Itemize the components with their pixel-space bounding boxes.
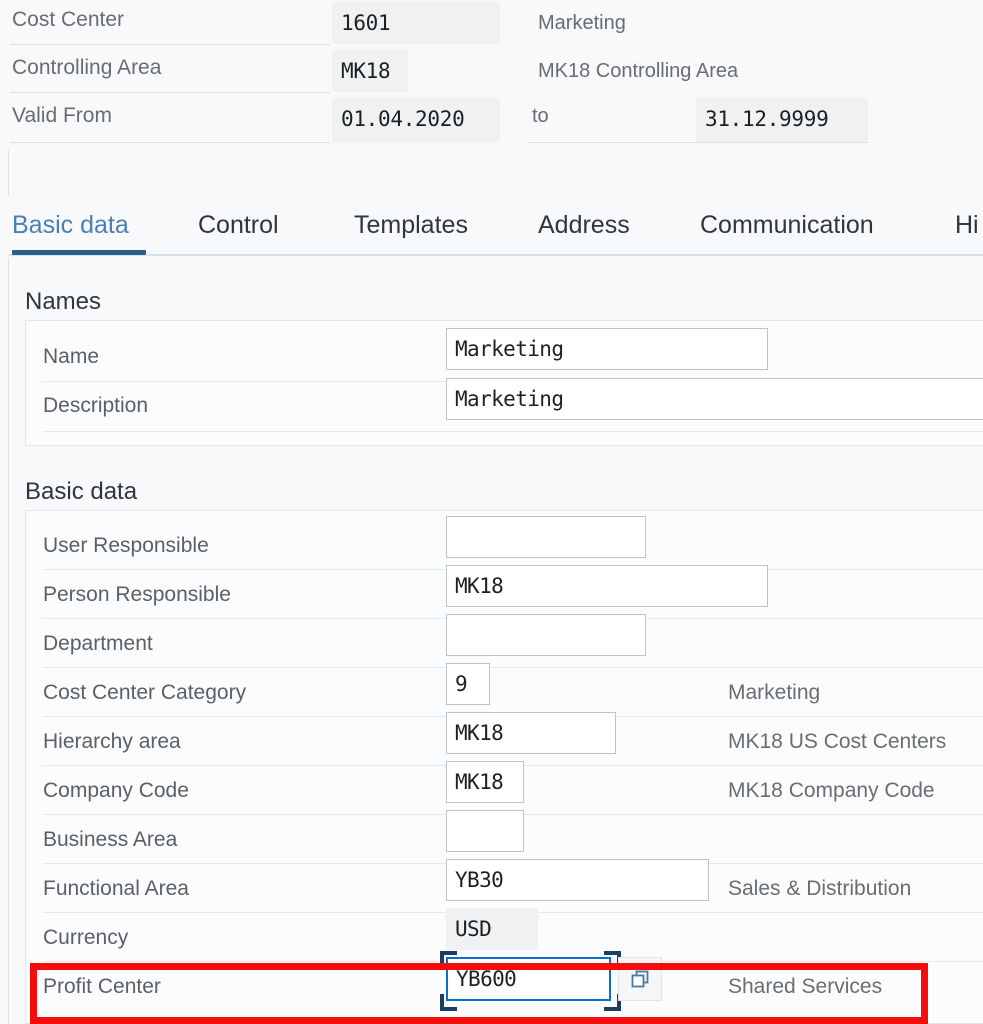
- header-underline: [528, 142, 868, 143]
- panel-basic-data: User Responsible Person Responsible MK18…: [25, 510, 983, 1024]
- field-input-cost-center-category[interactable]: 9: [446, 663, 490, 705]
- field-label-functional-area: Functional Area: [43, 877, 189, 900]
- header-label-cost-center: Cost Center: [12, 8, 125, 31]
- field-label-department: Department: [43, 632, 153, 655]
- field-input-name[interactable]: Marketing: [446, 328, 768, 370]
- field-input-user-responsible[interactable]: [446, 516, 646, 558]
- field-label-cost-center-category: Cost Center Category: [43, 681, 247, 704]
- field-input-currency: USD: [446, 908, 538, 950]
- tab-address[interactable]: Address: [538, 196, 630, 254]
- header-underline: [10, 142, 330, 143]
- section-title-names: Names: [25, 288, 102, 315]
- header-value-cost-center[interactable]: 1601: [332, 2, 500, 44]
- form-content: Names Name Marketing Description Marketi…: [9, 258, 983, 1024]
- header-label-valid-from: Valid From: [12, 104, 112, 127]
- object-header: Cost Center 1601 Marketing Controlling A…: [0, 0, 983, 150]
- header-value-controlling-area[interactable]: MK18: [332, 50, 408, 92]
- field-input-profit-center[interactable]: YB600: [446, 957, 611, 1001]
- panel-names: Name Marketing Description Marketing: [25, 320, 983, 446]
- field-desc-cost-center-category: Marketing: [728, 681, 821, 704]
- row-separator: [42, 667, 983, 668]
- header-label-valid-to: to: [532, 105, 549, 127]
- field-label-company-code: Company Code: [43, 779, 189, 802]
- field-label-name: Name: [43, 345, 100, 368]
- tab-bar-baseline: [9, 254, 983, 256]
- field-desc-hierarchy-area: MK18 US Cost Centers: [728, 730, 947, 753]
- field-label-user-responsible: User Responsible: [43, 534, 209, 557]
- tab-communication[interactable]: Communication: [700, 196, 874, 254]
- field-input-business-area[interactable]: [446, 810, 524, 852]
- field-label-hierarchy-area: Hierarchy area: [43, 730, 181, 753]
- field-desc-functional-area: Sales & Distribution: [728, 877, 912, 900]
- copy-icon-button[interactable]: [618, 957, 662, 1001]
- field-input-hierarchy-area[interactable]: MK18: [446, 712, 616, 754]
- field-label-currency: Currency: [43, 926, 129, 949]
- tab-templates[interactable]: Templates: [354, 196, 468, 254]
- section-title-basic-data: Basic data: [25, 478, 138, 505]
- tab-control[interactable]: Control: [198, 196, 279, 254]
- field-input-department[interactable]: [446, 614, 646, 656]
- header-desc-controlling-area: MK18 Controlling Area: [538, 60, 739, 82]
- row-separator: [42, 431, 983, 432]
- field-label-person-responsible: Person Responsible: [43, 583, 231, 606]
- header-label-controlling-area: Controlling Area: [12, 56, 162, 79]
- field-desc-company-code: MK18 Company Code: [728, 779, 935, 802]
- field-input-company-code[interactable]: MK18: [446, 761, 524, 803]
- header-desc-cost-center: Marketing: [538, 12, 626, 34]
- tab-bar: Basic data Control Templates Address Com…: [0, 196, 983, 258]
- field-label-business-area: Business Area: [43, 828, 178, 851]
- copy-icon: [628, 967, 652, 991]
- field-label-description: Description: [43, 394, 149, 417]
- field-input-person-responsible[interactable]: MK18: [446, 565, 768, 607]
- field-input-description[interactable]: Marketing: [446, 378, 983, 420]
- header-value-valid-from[interactable]: 01.04.2020: [332, 98, 500, 142]
- header-value-valid-to[interactable]: 31.12.9999: [696, 98, 868, 142]
- field-label-profit-center: Profit Center: [43, 975, 161, 998]
- tab-basic-data[interactable]: Basic data: [12, 196, 129, 254]
- tab-history[interactable]: Hi: [955, 196, 979, 254]
- tab-active-marker: [12, 250, 146, 255]
- field-desc-profit-center: Shared Services: [728, 975, 883, 998]
- field-input-functional-area[interactable]: YB30: [446, 859, 709, 901]
